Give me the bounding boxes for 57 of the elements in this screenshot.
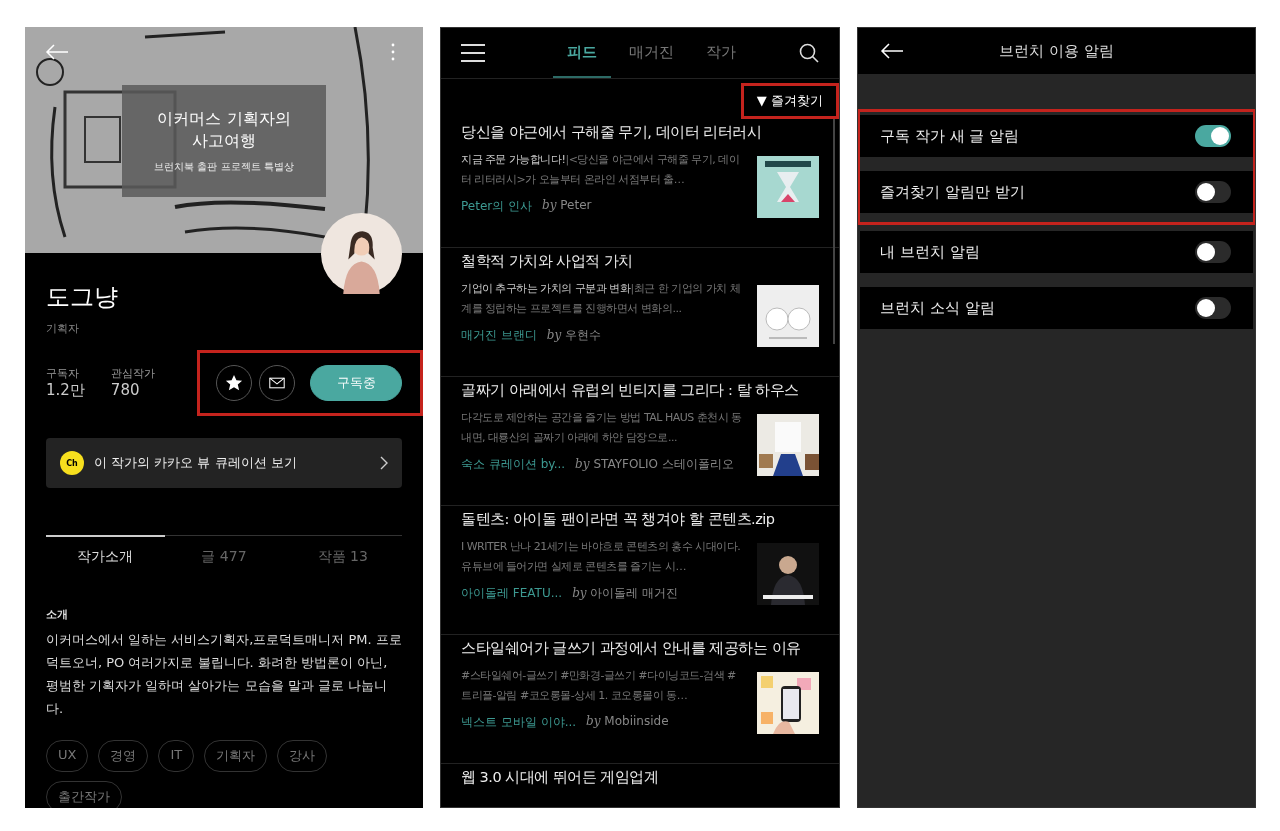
article-title[interactable]: 돌텐츠: 아이돌 팬이라면 꼭 챙겨야 할 콘텐츠.zip — [461, 510, 819, 529]
setting-label: 즐겨찾기 알림만 받기 — [880, 182, 1026, 202]
book-title: 이커머스 기획자의 사고여행 — [157, 108, 291, 152]
article-title[interactable]: 스타일쉐어가 글쓰기 과정에서 안내를 제공하는 이유 — [461, 639, 819, 658]
search-icon[interactable] — [799, 43, 819, 63]
menu-icon[interactable] — [461, 44, 485, 62]
intro-text: 이커머스에서 일하는 서비스기획자,프로덕트매니저 PM. 프로덕트오너, PO 여러가지로 불립니다. 화려한 방법론이 아닌, 평범한 기획자가 일하며 살아가는 모습을 말과 글로 나눕니다. — [46, 631, 402, 718]
magazine-link[interactable]: 숙소 큐레이션 by... — [461, 456, 566, 473]
stat-value: 780 — [110, 381, 141, 399]
feed-tab[interactable]: 매거진 — [614, 28, 688, 78]
article-excerpt: 지금 주문 가능합니다!|<당신을 야근에서 구해줄 무기, 데이터 리터러시>가 오늘부터 온라인 서점부터 출… — [461, 152, 741, 188]
article-title[interactable]: 웹 3.0 시대에 뛰어든 게임업계 — [461, 768, 819, 787]
chevron-right-icon — [380, 456, 388, 470]
award-label: 브런치북 출판 프로젝트 특별상 — [154, 159, 294, 174]
feed-tab[interactable]: 피드 — [552, 28, 611, 78]
toggle-switch[interactable] — [1195, 125, 1231, 147]
article-title[interactable]: 당신을 야근에서 구해줄 무기, 데이터 리터러시 — [461, 123, 819, 142]
article-excerpt: 기업이 추구하는 가치의 구분과 변화|최근 한 기업의 가치 체계를 정립하는 프로젝트를 진행하면서 변화의... — [461, 281, 742, 317]
magazine-link[interactable]: 매거진 브랜디 — [461, 327, 537, 344]
toggle-switch[interactable] — [1195, 241, 1231, 263]
author-byline: by STAYFOLIO 스테이폴리오 — [575, 456, 734, 473]
setting-label: 브런치 소식 알림 — [880, 298, 996, 318]
profile-tab[interactable]: 작품 13 — [283, 535, 402, 577]
back-arrow-icon[interactable] — [45, 44, 69, 60]
magazine-link[interactable]: 아이돌레 FEATU... — [461, 585, 563, 602]
feed-tab[interactable]: 작가 — [691, 28, 750, 78]
toggle-switch[interactable] — [1195, 181, 1231, 203]
magazine-link[interactable]: Peter의 인사 — [461, 198, 533, 215]
intro-heading: 소개 — [46, 607, 69, 622]
author-byline: by 우현수 — [546, 327, 602, 344]
profile-tab[interactable]: 글 477 — [164, 535, 284, 577]
back-arrow-icon[interactable] — [880, 43, 904, 59]
article-excerpt: #스타일쉐어-글쓰기 #만화경-글쓰기 #다이닝코드-검색 #트리플-알림 #코오롱몰-상세 1. 코오롱몰이 동… — [461, 668, 737, 704]
stat-label: 관심작가 — [110, 366, 155, 381]
author-role: 기획자 — [46, 321, 80, 336]
article-excerpt: 다각도로 제안하는 공간을 즐기는 방법 TAL HAUS 춘천시 동내면, 대룡산의 골짜기 아래에 하얀 담장으로... — [461, 410, 743, 446]
toggle-switch[interactable] — [1195, 297, 1231, 319]
stat-label: 구독자 — [46, 366, 80, 381]
favorites-filter-button[interactable]: ▼ 즐겨찾기 — [740, 83, 839, 119]
author-name: 도그냥 — [46, 282, 119, 313]
magazine-link[interactable]: 넥스트 모바일 이야... — [461, 714, 577, 731]
banner-text: 이 작가의 카카오 뷰 큐레이션 보기 — [94, 454, 298, 472]
setting-label: 내 브런치 알림 — [880, 242, 981, 262]
channel-badge: Ch — [60, 451, 84, 475]
kakao-view-banner[interactable]: Ch 이 작가의 카카오 뷰 큐레이션 보기 — [46, 438, 402, 488]
author-byline: by Mobiinside — [586, 714, 669, 730]
star-icon — [225, 374, 243, 392]
article-excerpt: I WRITER 난나 21세기는 바야흐로 콘텐츠의 홍수 시대이다. 유튜브에 들어가면 실제로 콘텐츠를 즐기는 시… — [461, 539, 742, 575]
article-title[interactable]: 철학적 가치와 사업적 가치 — [461, 252, 819, 271]
profile-tab[interactable]: 작가소개 — [46, 535, 165, 577]
article-title[interactable]: 골짜기 아래에서 유럽의 빈티지를 그리다 : 탈 하우스 — [461, 381, 819, 400]
author-byline: by Peter — [542, 198, 592, 214]
mail-icon — [269, 377, 285, 389]
setting-label: 구독 작가 새 글 알림 — [880, 126, 1021, 146]
stat-value: 1.2만 — [46, 381, 85, 400]
author-byline: by 아이돌레 매거진 — [572, 585, 679, 602]
screen-title: 브런치 이용 알림 — [999, 41, 1114, 61]
